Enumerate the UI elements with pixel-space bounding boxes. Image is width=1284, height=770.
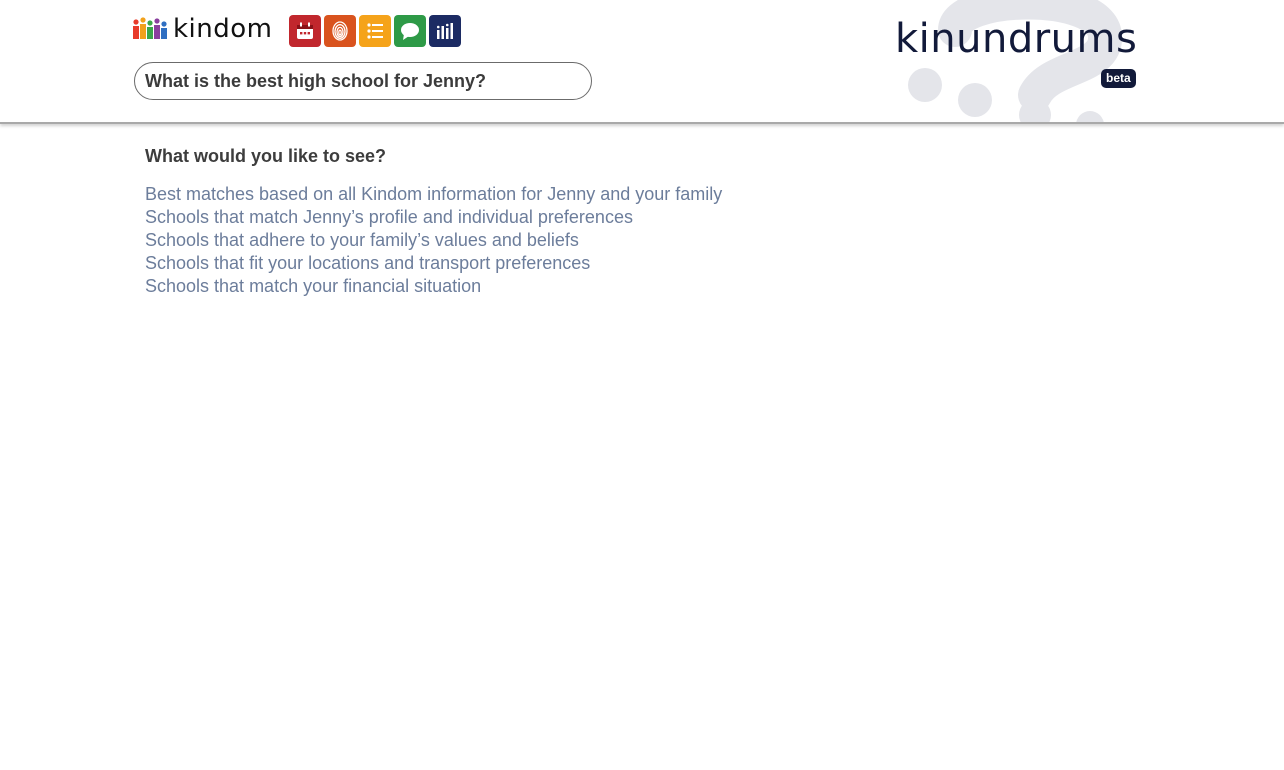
options-prompt: What would you like to see? [145,146,387,166]
calendar-icon [297,22,313,39]
option-best-matches[interactable]: Best matches based on all Kindom informa… [145,183,722,206]
bar-chart-icon [436,23,453,39]
kindom-brand[interactable]: kindom [133,12,273,46]
view-options-list: Best matches based on all Kindom informa… [145,183,722,298]
header: kindom What is the best high school for … [0,0,1284,124]
option-location-transport[interactable]: Schools that fit your locations and tran… [145,252,722,275]
fingerprint-app-button[interactable] [324,15,356,47]
search-input[interactable] [134,62,592,100]
chart-app-button[interactable] [429,15,461,47]
kinundrums-logo[interactable]: kinundrums [895,16,1137,62]
option-financial-situation[interactable]: Schools that match your financial situat… [145,275,722,298]
chat-app-button[interactable] [394,15,426,47]
fingerprint-icon [332,21,348,41]
app-icon-bar [289,15,461,47]
brand-name: kindom [173,14,273,44]
family-figures-icon [133,17,167,39]
option-values-beliefs[interactable]: Schools that adhere to your family’s val… [145,229,722,252]
option-profile-preferences[interactable]: Schools that match Jenny’s profile and i… [145,206,722,229]
list-app-button[interactable] [359,15,391,47]
list-icon [367,23,383,39]
beta-badge: beta [1101,69,1136,88]
calendar-app-button[interactable] [289,15,321,47]
chat-bubble-icon [401,23,419,40]
